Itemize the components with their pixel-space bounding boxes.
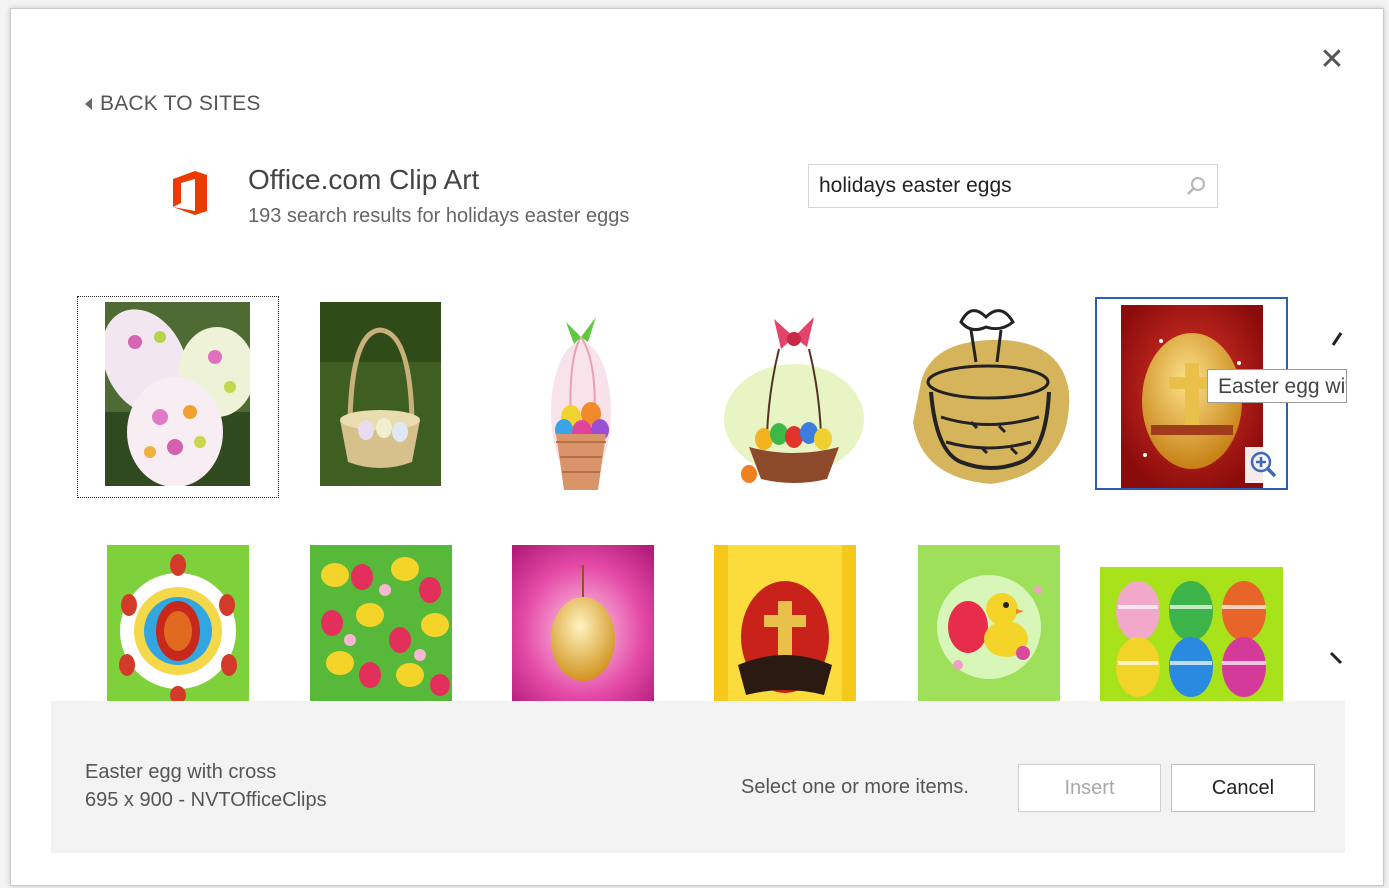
result-tile-gold-basket[interactable] (901, 302, 1076, 490)
result-tile-chick-egg[interactable] (918, 545, 1060, 701)
item-tooltip: Easter egg with cross (1207, 369, 1347, 403)
result-tile-egg-mandala[interactable] (107, 545, 249, 701)
selected-item-name: Easter egg with cross (85, 761, 277, 783)
cancel-button[interactable]: Cancel (1171, 764, 1315, 812)
chick-with-egg-icon (918, 545, 1060, 701)
happy-easter-egg-icon (714, 545, 856, 701)
results-grid: Easter egg with cross (11, 9, 1383, 709)
result-tile-basket-photo[interactable] (320, 302, 441, 486)
result-tile-eggs-photo[interactable] (105, 302, 250, 486)
scroll-up-arrow-icon[interactable] (1329, 331, 1343, 351)
easter-basket-red-bow-clipart-icon (719, 309, 869, 484)
result-tile-basket-bow[interactable] (526, 302, 636, 492)
clip-art-dialog: ✕ BACK TO SITES Office.com Clip Art 193 … (10, 8, 1384, 886)
egg-mandala-icon (107, 545, 249, 701)
result-tile-gold-egg-pink[interactable] (512, 545, 654, 701)
zoom-button[interactable] (1245, 447, 1281, 483)
result-tile-chick-pattern[interactable] (310, 545, 452, 701)
gold-egg-pink-burst-icon (512, 545, 654, 701)
chick-pattern-icon (310, 545, 452, 701)
selected-item-meta: 695 x 900 - NVTOfficeClips (85, 789, 327, 811)
zoom-in-icon (1250, 451, 1277, 478)
easter-eggs-in-grass-photo-icon (105, 302, 250, 486)
result-tile-basket-red-bow[interactable] (719, 309, 869, 484)
footer-bar: Easter egg with cross 695 x 900 - NVTOff… (51, 701, 1345, 853)
easter-basket-green-bow-clipart-icon (526, 302, 636, 492)
gold-basket-clipart-icon (901, 302, 1076, 490)
insert-button[interactable]: Insert (1018, 764, 1161, 812)
selection-hint: Select one or more items. (741, 776, 969, 798)
six-colorful-eggs-icon (1100, 567, 1283, 701)
result-tile-happy-easter[interactable] (714, 545, 856, 701)
scroll-down-arrow-icon[interactable] (1329, 649, 1343, 669)
basket-in-grass-photo-icon (320, 302, 441, 486)
result-tile-colorful-eggs[interactable] (1100, 567, 1283, 701)
